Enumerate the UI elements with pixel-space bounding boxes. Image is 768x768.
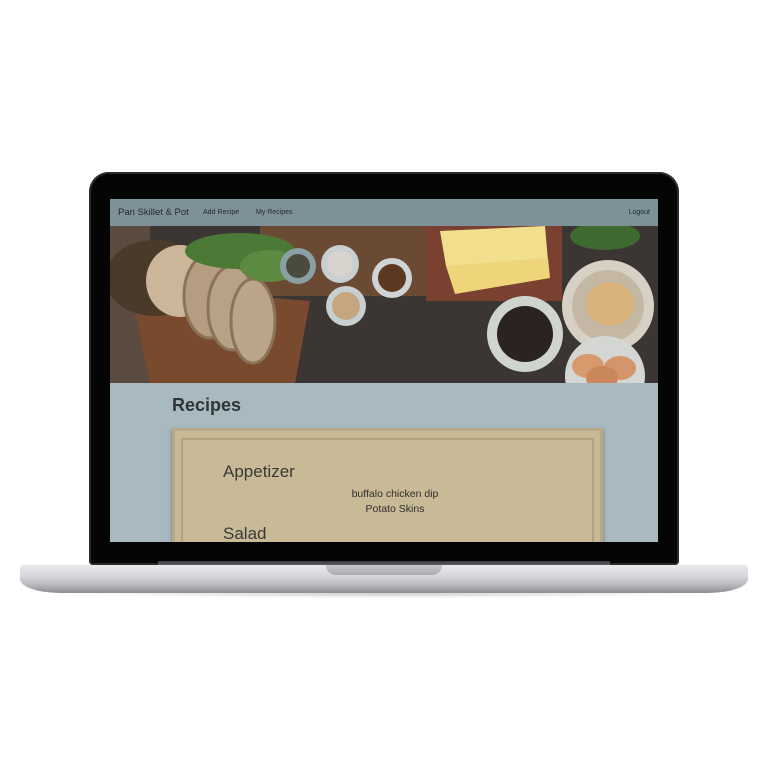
food-hero-image <box>110 226 658 383</box>
hero-image <box>110 226 658 383</box>
brand-link[interactable]: Pan Skillet & Pot <box>118 207 189 218</box>
recipes-card: Appetizer buffalo chicken dip Potato Ski… <box>172 428 603 542</box>
recipe-link[interactable]: Potato Skins <box>295 503 495 515</box>
laptop-notch <box>326 565 442 575</box>
browser-viewport: Pan Skillet & Pot Add Recipe My Recipes … <box>110 199 658 542</box>
recipe-link[interactable]: buffalo chicken dip <box>295 488 495 500</box>
category-appetizer: Appetizer <box>223 462 295 481</box>
nav-add-recipe[interactable]: Add Recipe <box>203 209 239 216</box>
logout-link[interactable]: Logout <box>629 209 650 216</box>
category-salad: Salad <box>223 524 267 542</box>
nav-my-recipes[interactable]: My Recipes <box>256 209 293 216</box>
page-title: Recipes <box>172 395 242 415</box>
navbar: Pan Skillet & Pot Add Recipe My Recipes … <box>110 199 658 226</box>
